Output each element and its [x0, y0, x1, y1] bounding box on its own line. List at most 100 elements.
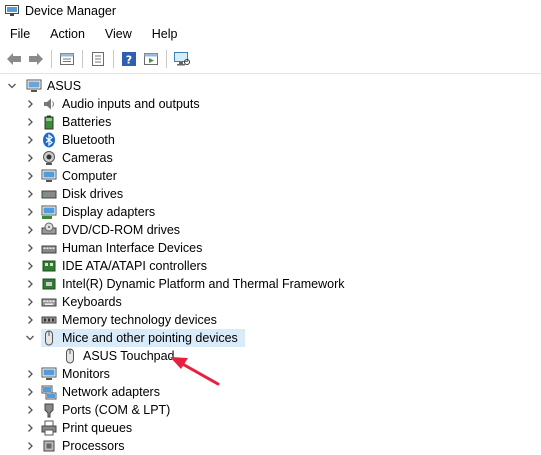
tree-category-label: Network adapters — [62, 385, 160, 399]
toolbar-separator — [51, 50, 52, 68]
chevron-right-icon[interactable] — [24, 257, 36, 275]
chevron-right-icon[interactable] — [24, 131, 36, 149]
tree-category-label: Human Interface Devices — [62, 241, 203, 255]
tree-category-label: DVD/CD-ROM drives — [62, 223, 181, 237]
camera-icon — [41, 150, 57, 166]
tree-category-mice[interactable]: Mice and other pointing devices — [24, 329, 245, 347]
ide-controller-icon — [41, 258, 57, 274]
display-adapter-icon — [41, 204, 57, 220]
tree-category-processors[interactable]: Processors — [24, 437, 128, 455]
tree-category-cameras[interactable]: Cameras — [24, 149, 116, 167]
tree-category-label: Cameras — [62, 151, 113, 165]
selection-highlight: Mice and other pointing devices — [41, 329, 245, 347]
memory-icon — [41, 312, 57, 328]
tree-category-label: Mice and other pointing devices — [62, 331, 238, 345]
tree-category-label: IDE ATA/ATAPI controllers — [62, 259, 207, 273]
mouse-icon — [41, 330, 57, 346]
menu-action[interactable]: Action — [40, 24, 95, 44]
show-hidden-icon[interactable] — [141, 49, 161, 69]
chip-icon — [41, 276, 57, 292]
disk-drive-icon — [41, 186, 57, 202]
tree-category-display-adapters[interactable]: Display adapters — [24, 203, 158, 221]
toolbar: ? — [0, 46, 541, 72]
tree-category-label: Memory technology devices — [62, 313, 217, 327]
device-manager-icon — [5, 5, 19, 17]
chevron-right-icon[interactable] — [24, 203, 36, 221]
tree-category-label: Monitors — [62, 367, 110, 381]
tree-category-label: Batteries — [62, 115, 112, 129]
chevron-right-icon[interactable] — [24, 113, 36, 131]
chevron-right-icon[interactable] — [24, 293, 36, 311]
toolbar-separator — [82, 50, 83, 68]
processor-icon — [41, 438, 57, 454]
tree-category-label: Audio inputs and outputs — [62, 97, 200, 111]
chevron-right-icon[interactable] — [24, 311, 36, 329]
tree-category-label: Processors — [62, 439, 125, 453]
speaker-icon — [41, 96, 57, 112]
tree-category-label: Computer — [62, 169, 117, 183]
tree-category-label: Bluetooth — [62, 133, 115, 147]
tree-category-network[interactable]: Network adapters — [24, 383, 163, 401]
tree-root-label: ASUS — [47, 79, 82, 93]
tree-category-monitors[interactable]: Monitors — [24, 365, 113, 383]
keyboard-icon — [41, 294, 57, 310]
chevron-down-icon[interactable] — [24, 329, 36, 347]
menu-file[interactable]: File — [0, 24, 40, 44]
chevron-right-icon[interactable] — [24, 221, 36, 239]
help-icon[interactable]: ? — [119, 49, 139, 69]
chevron-right-icon[interactable] — [24, 383, 36, 401]
toolbar-separator — [166, 50, 167, 68]
chevron-right-icon[interactable] — [24, 185, 36, 203]
tree-category-label: Disk drives — [62, 187, 124, 201]
tree-root-asus[interactable]: ASUS — [6, 77, 84, 95]
properties-icon[interactable] — [57, 49, 77, 69]
chevron-right-icon[interactable] — [24, 419, 36, 437]
tree-category-batteries[interactable]: Batteries — [24, 113, 114, 131]
title-bar: Device Manager — [0, 0, 541, 22]
hid-icon — [41, 240, 57, 256]
chevron-right-icon[interactable] — [24, 149, 36, 167]
menu-view[interactable]: View — [95, 24, 142, 44]
chevron-right-icon[interactable] — [24, 437, 36, 455]
back-arrow-icon[interactable] — [4, 49, 24, 69]
tree-category-memory[interactable]: Memory technology devices — [24, 311, 220, 329]
forward-arrow-icon[interactable] — [26, 49, 46, 69]
tree-category-ports[interactable]: Ports (COM & LPT) — [24, 401, 173, 419]
tree-category-audio[interactable]: Audio inputs and outputs — [24, 95, 203, 113]
tree-category-dvd-drives[interactable]: DVD/CD-ROM drives — [24, 221, 183, 239]
tree-device-asus-touchpad[interactable]: ASUS Touchpad — [62, 347, 178, 365]
device-tree: ASUS Audio inputs and outputs Batteries … — [0, 73, 541, 455]
tree-category-disk-drives[interactable]: Disk drives — [24, 185, 126, 203]
chevron-right-icon[interactable] — [24, 167, 36, 185]
computer-icon — [26, 78, 42, 94]
mouse-icon — [62, 348, 78, 364]
menu-bar: File Action View Help — [0, 24, 188, 44]
tree-device-label: ASUS Touchpad — [83, 349, 175, 363]
window-title: Device Manager — [25, 4, 117, 18]
printer-icon — [41, 420, 57, 436]
tree-category-ide[interactable]: IDE ATA/ATAPI controllers — [24, 257, 210, 275]
tree-category-bluetooth[interactable]: Bluetooth — [24, 131, 118, 149]
tree-category-label: Print queues — [62, 421, 133, 435]
chevron-right-icon[interactable] — [24, 95, 36, 113]
monitor-icon — [41, 168, 57, 184]
network-icon — [41, 384, 57, 400]
toolbar-separator — [113, 50, 114, 68]
bluetooth-icon — [41, 132, 57, 148]
tree-category-hid[interactable]: Human Interface Devices — [24, 239, 205, 257]
tree-category-print-queues[interactable]: Print queues — [24, 419, 135, 437]
update-driver-icon[interactable] — [88, 49, 108, 69]
chevron-right-icon[interactable] — [24, 239, 36, 257]
scan-hardware-icon[interactable] — [172, 49, 192, 69]
chevron-right-icon[interactable] — [24, 365, 36, 383]
tree-category-intel-dptf[interactable]: Intel(R) Dynamic Platform and Thermal Fr… — [24, 275, 347, 293]
tree-category-computer[interactable]: Computer — [24, 167, 120, 185]
battery-icon — [41, 114, 57, 130]
menu-help[interactable]: Help — [142, 24, 188, 44]
chevron-down-icon[interactable] — [6, 77, 18, 95]
chevron-right-icon[interactable] — [24, 401, 36, 419]
tree-category-keyboards[interactable]: Keyboards — [24, 293, 125, 311]
dvd-drive-icon — [41, 222, 57, 238]
chevron-right-icon[interactable] — [24, 275, 36, 293]
tree-category-label: Intel(R) Dynamic Platform and Thermal Fr… — [62, 277, 345, 291]
